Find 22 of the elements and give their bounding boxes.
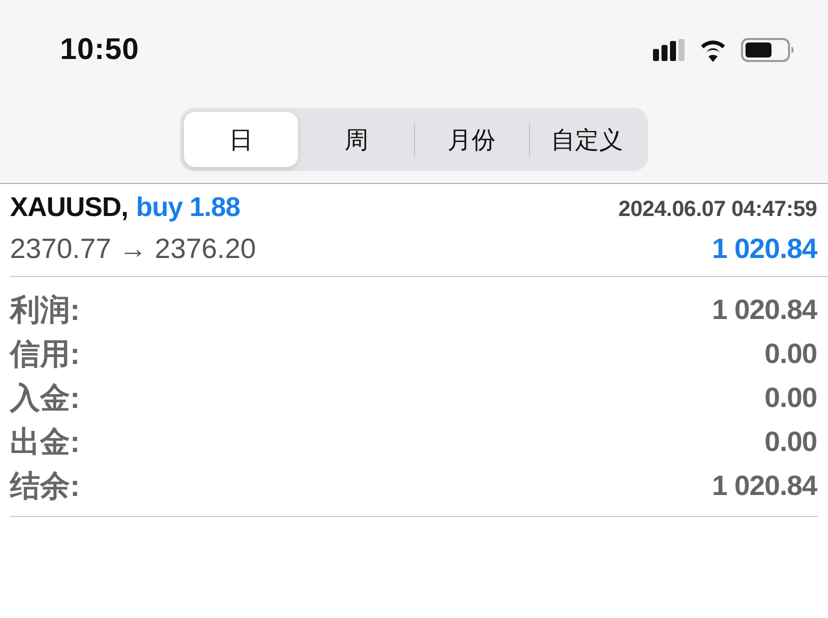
trade-time: 2024.06.07 04:47:59 [618,196,817,222]
summary-value: 0.00 [764,338,817,370]
status-time: 10:50 [60,33,140,67]
battery-icon [741,38,795,62]
summary-value: 0.00 [764,426,817,458]
signal-icon [653,39,685,61]
summary-label: 信用: [10,336,80,372]
trade-side: buy 1.88 [136,192,240,223]
summary-value: 1 020.84 [712,470,817,502]
summary-value: 1 020.84 [712,294,817,326]
summary-label: 出金: [10,424,80,460]
summary-label: 结余: [10,468,80,504]
period-tab[interactable]: 月份 [414,112,529,167]
summary-label: 利润: [10,292,80,328]
trade-prices: 2370.77 → 2376.20 [10,233,256,265]
trade-profit: 1 020.84 [712,233,817,265]
summary-label: 入金: [10,380,80,416]
period-tab[interactable]: 日 [184,112,298,167]
summary-value: 0.00 [764,382,817,414]
trade-symbol: XAUUSD, [10,192,128,223]
period-tab[interactable]: 周 [299,112,414,167]
period-tab[interactable]: 自定义 [530,112,644,167]
